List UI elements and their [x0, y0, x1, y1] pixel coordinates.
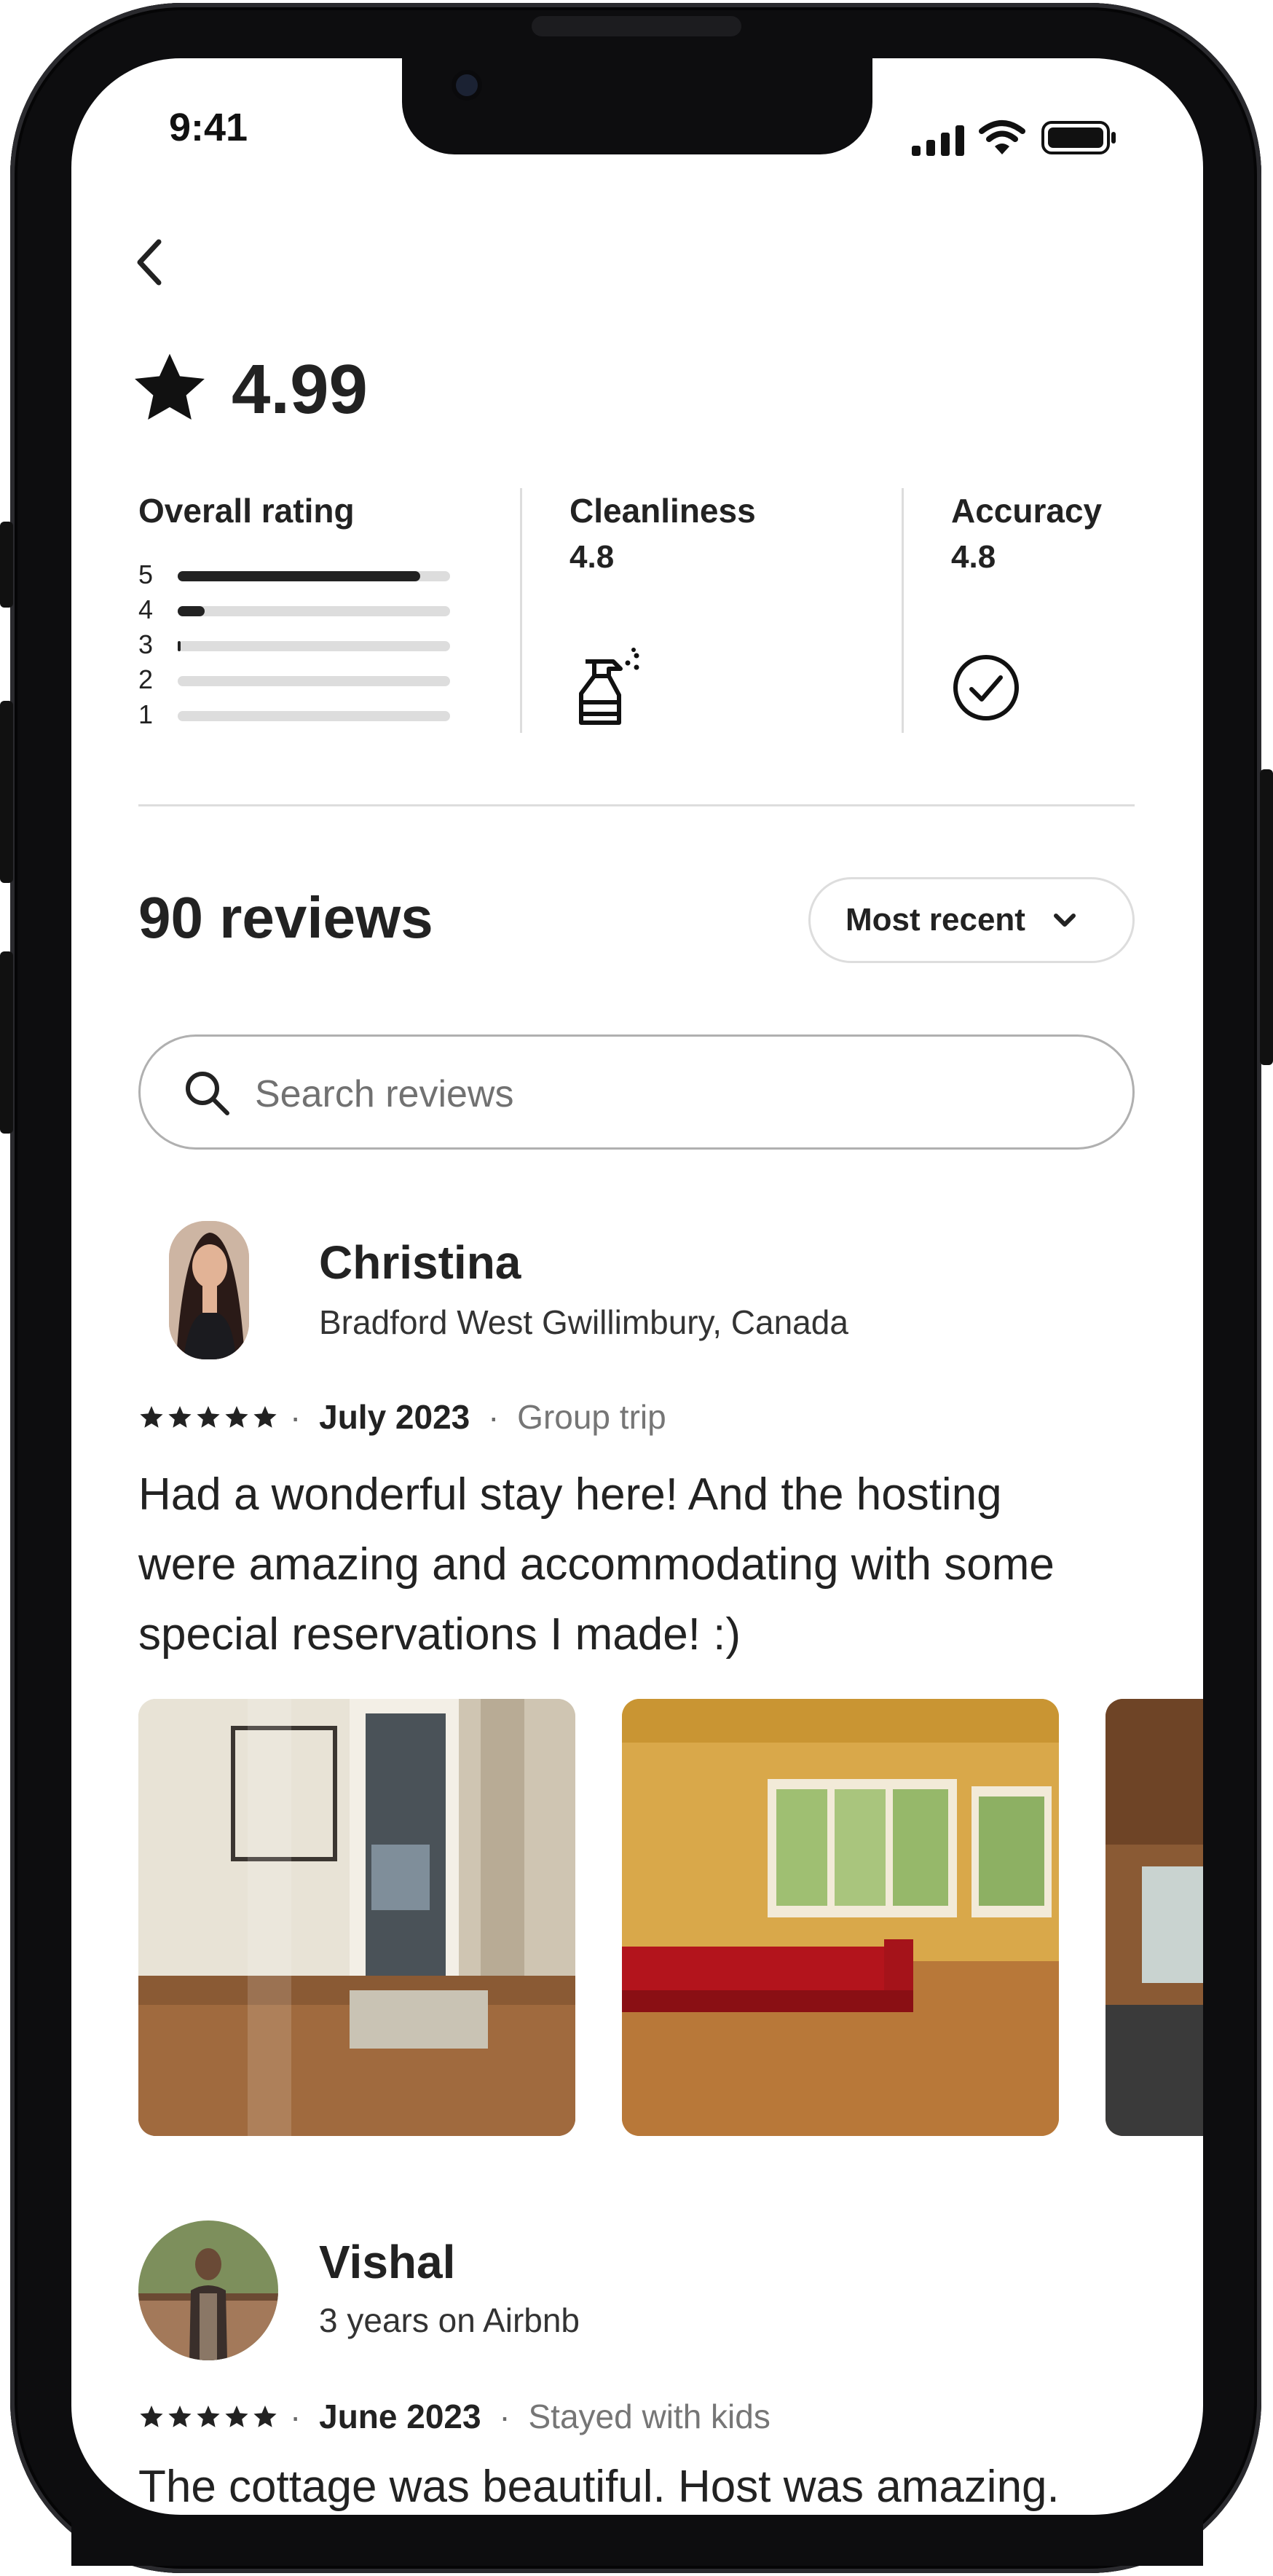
review-text-clip: The cottage was beautiful. Host was amaz… [71, 2455, 1203, 2515]
reviewer-name: Christina [319, 1236, 521, 1289]
separator-dot: · [499, 2398, 511, 2435]
category-value: 4.8 [570, 539, 615, 575]
category-value: 4.8 [951, 539, 996, 575]
separator-dot: · [290, 1398, 302, 1436]
avatar[interactable] [169, 1221, 249, 1359]
reviews-count: 90 reviews [138, 885, 433, 950]
review-date: July 2023 [319, 1398, 470, 1436]
rating-bar [178, 606, 450, 616]
phone-chin [71, 2515, 1203, 2566]
wifi-icon [979, 119, 1025, 160]
divider [520, 488, 522, 733]
rating-row-star: 5 [138, 559, 154, 589]
spray-bottle-icon [575, 647, 641, 731]
review-text-line: Had a wonderful stay here! And the hosti… [138, 1469, 1002, 1520]
search-icon [182, 1068, 232, 1121]
volume-up-button [0, 701, 13, 883]
rating-bar [178, 711, 450, 721]
rating-row-star: 3 [138, 629, 154, 659]
avatar[interactable] [138, 2220, 278, 2360]
reviewer-tenure: 3 years on Airbnb [319, 2301, 580, 2339]
speaker-grille [532, 16, 741, 36]
review-meta: · July 2023 · Group trip [290, 1397, 666, 1437]
volume-down-button [0, 951, 13, 1134]
rating-row-star: 1 [138, 699, 154, 729]
search-input[interactable]: Search reviews [255, 1072, 513, 1116]
rating-row-star: 2 [138, 664, 154, 694]
divider [902, 488, 904, 733]
separator-dot: · [290, 2398, 302, 2435]
rating-score: 4.99 [232, 350, 368, 428]
battery-icon [1041, 119, 1119, 160]
section-divider [138, 804, 1135, 806]
front-camera [456, 74, 478, 96]
rating-row-star: 4 [138, 594, 154, 624]
rating-bar [178, 641, 450, 651]
star-icon [140, 2406, 277, 2427]
category-label: Cleanliness [570, 492, 756, 530]
rating-bar-fill [178, 641, 181, 651]
notch [402, 58, 872, 154]
back-button[interactable] [128, 233, 172, 291]
rating-bar [178, 676, 450, 686]
signal-icon [912, 124, 966, 160]
power-button [1260, 769, 1273, 1065]
chevron-down-icon [1053, 914, 1076, 927]
review-date: June 2023 [319, 2398, 481, 2435]
category-label: Accuracy [951, 492, 1103, 530]
review-stars [138, 1405, 280, 1434]
review-stars [138, 2404, 280, 2434]
rating-bar-fill [178, 606, 205, 616]
sort-dropdown[interactable]: Most recent [808, 877, 1135, 963]
review-photo[interactable] [622, 1699, 1059, 2136]
trip-type: Stayed with kids [528, 2398, 770, 2435]
trip-type: Group trip [517, 1398, 666, 1436]
rating-bar-fill [178, 571, 420, 581]
mute-switch [0, 522, 13, 608]
chevron-left-icon [137, 239, 162, 286]
sort-label: Most recent [846, 902, 1025, 938]
review-photo[interactable] [1106, 1699, 1203, 2136]
star-icon [130, 351, 210, 431]
review-photo[interactable] [138, 1699, 575, 2136]
check-circle-icon [951, 653, 1021, 726]
review-text: The cottage was beautiful. Host was amaz… [138, 2462, 1060, 2512]
review-text-line: were amazing and accommodating with some [138, 1539, 1055, 1590]
rating-bar [178, 571, 450, 581]
reviewer-name: Vishal [319, 2236, 456, 2288]
review-text-line: special reservations I made! :) [138, 1609, 741, 1660]
star-icon [140, 1406, 277, 1428]
reviewer-location: Bradford West Gwillimbury, Canada [319, 1303, 848, 1341]
overall-rating-label: Overall rating [138, 492, 355, 530]
status-time: 9:41 [169, 106, 248, 149]
review-meta: · June 2023 · Stayed with kids [290, 2397, 770, 2436]
separator-dot: · [488, 1398, 500, 1436]
review-text: Had a wonderful stay here! And the hosti… [138, 1460, 1055, 1670]
